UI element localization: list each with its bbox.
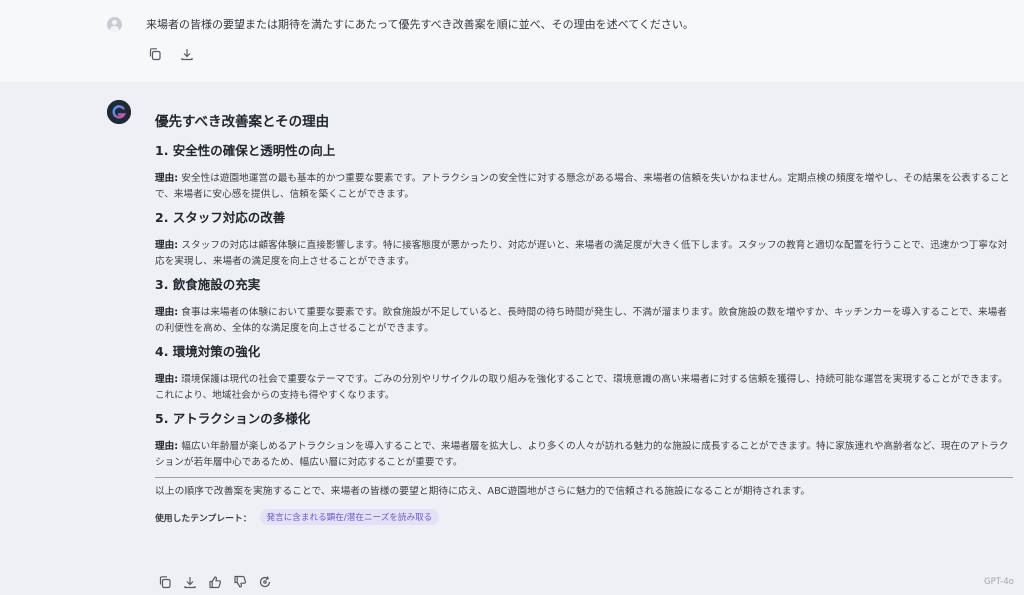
section-heading: 1. 安全性の確保と透明性の向上 [155,143,336,158]
reason-text: 環境保護は現代の社会で重要なテーマです。ごみの分別やリサイクルの取り組みを強化す… [155,374,1008,401]
gpt-logo-icon [107,100,131,124]
conclusion-text: 以上の順序で改善案を実施することで、来場者の皆様の要望と期待に応え、ABC遊園地… [155,486,811,497]
copy-icon[interactable] [146,45,164,63]
reason-text: 安全性は遊園地運営の最も基本的かつ重要な要素です。アトラクションの安全性に対する… [155,173,1010,200]
template-info: 使用したテンプレート： 発言に含まれる顕在/潜在ニーズを読み取る [155,509,1013,525]
thumbs-up-icon[interactable] [206,573,224,591]
template-tag[interactable]: 発言に含まれる顕在/潜在ニーズを読み取る [259,509,440,525]
reason-label: 理由: [155,374,179,385]
assistant-message-actions [156,573,274,591]
answer-title: 優先すべき改善案とその理由 [155,114,330,130]
reason-text: スタッフの対応は顧客体験に直接影響します。特に接客態度が悪かったり、対応が遅いと… [155,240,1008,267]
section-heading: 3. 飲食施設の充実 [155,277,261,292]
reason-label: 理由: [155,173,179,184]
section-heading: 5. アトラクションの多様化 [155,411,311,426]
user-message-text: 来場者の皆様の要望または期待を満たすにあたって優先すべき改善案を順に並べ、その理… [146,18,694,31]
section-heading: 2. スタッフ対応の改善 [155,210,286,225]
reason-label: 理由: [155,240,179,251]
regenerate-icon[interactable] [256,573,274,591]
section-reason: 理由: 環境保護は現代の社会で重要なテーマです。ごみの分別やリサイクルの取り組み… [155,372,1013,404]
section-reason: 理由: 幅広い年齢層が楽しめるアトラクションを導入することで、来場者層を拡大し、… [155,439,1013,471]
assistant-message: 優先すべき改善案とその理由 1. 安全性の確保と透明性の向上 理由: 安全性は遊… [0,82,1024,595]
section-reason: 理由: 安全性は遊園地運営の最も基本的かつ重要な要素です。アトラクションの安全性… [155,171,1013,203]
download-icon[interactable] [181,573,199,591]
user-message-actions [146,45,196,63]
user-avatar-icon [107,17,122,32]
divider [155,477,1013,478]
section-reason: 理由: スタッフの対応は顧客体験に直接影響します。特に接客態度が悪かったり、対応… [155,238,1013,270]
thumbs-down-icon[interactable] [231,573,249,591]
template-label: 使用したテンプレート： [155,513,252,524]
reason-label: 理由: [155,307,179,318]
section-reason: 理由: 食事は来場者の体験において重要な要素です。飲食施設が不足していると、長時… [155,305,1013,337]
download-icon[interactable] [178,45,196,63]
reason-text: 幅広い年齢層が楽しめるアトラクションを導入することで、来場者層を拡大し、より多く… [155,441,1009,468]
section-heading: 4. 環境対策の強化 [155,344,261,359]
assistant-message-body: 優先すべき改善案とその理由 1. 安全性の確保と透明性の向上 理由: 安全性は遊… [155,112,1013,525]
copy-icon[interactable] [156,573,174,591]
reason-label: 理由: [155,441,179,452]
model-label: GPT-4o [984,577,1014,587]
user-message: 来場者の皆様の要望または期待を満たすにあたって優先すべき改善案を順に並べ、その理… [0,0,1024,82]
reason-text: 食事は来場者の体験において重要な要素です。飲食施設が不足していると、長時間の待ち… [155,307,1007,334]
